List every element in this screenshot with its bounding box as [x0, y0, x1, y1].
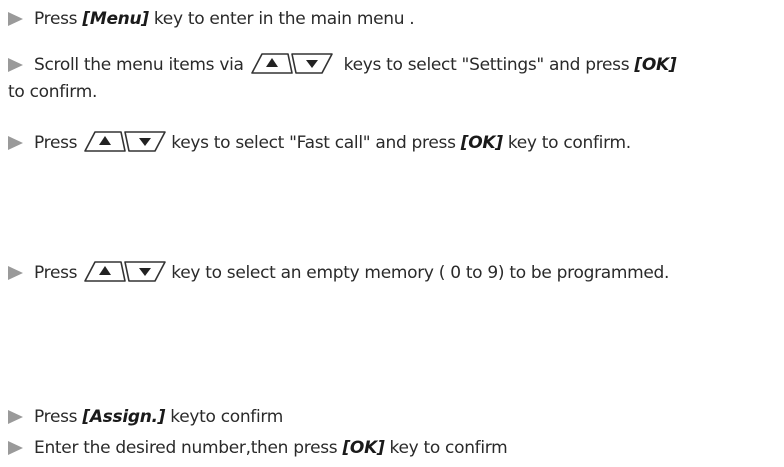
step-4-text: Press key to select an empty memory ( 0 t…: [34, 260, 669, 286]
assign-key-label: [Assign.]: [82, 407, 166, 427]
step-3-middle: keys to select "Fast call" and press: [171, 133, 461, 153]
step-1-prefix: Press: [34, 9, 83, 29]
step-1-text: Press [Menu] key to enter in the main me…: [34, 6, 415, 32]
step-2-middle: keys to select "Settings" and press: [343, 55, 635, 75]
triangle-bullet-icon: [8, 410, 23, 424]
ok-key-label: [OK]: [342, 438, 385, 458]
step-6-text: Enter the desired number,then press [OK]…: [34, 435, 508, 461]
step-2-continuation: to confirm.: [8, 82, 98, 102]
menu-key-label: [Menu]: [82, 9, 149, 29]
step-4-suffix: key to select an empty memory ( 0 to 9) …: [171, 263, 670, 283]
step-5-text: Press [Assign.] keyto confirm: [34, 404, 283, 430]
step-2-text: Scroll the menu items via keys to select …: [34, 52, 677, 78]
step-3-prefix: Press: [34, 133, 78, 153]
step-3-suffix: key to confirm.: [502, 133, 631, 153]
step-4-prefix: Press: [34, 263, 78, 283]
triangle-bullet-icon: [8, 58, 23, 72]
step-3-text: Press keys to select "Fast call" and pres…: [34, 130, 631, 156]
triangle-bullet-icon: [8, 136, 23, 150]
step-5-suffix: keyto confirm: [165, 407, 284, 427]
step-2-prefix: Scroll the menu items via: [34, 55, 244, 75]
up-down-keys-icon: [84, 261, 167, 282]
step-1-suffix: key to enter in the main menu .: [148, 9, 415, 29]
ok-key-label: [OK]: [634, 55, 677, 75]
up-down-keys-icon: [84, 131, 167, 152]
ok-key-label: [OK]: [460, 133, 503, 153]
up-down-keys-icon: [250, 53, 333, 74]
step-6-prefix: Enter the desired number,then press: [34, 438, 343, 458]
triangle-bullet-icon: [8, 441, 23, 455]
triangle-bullet-icon: [8, 12, 23, 26]
step-5-prefix: Press: [34, 407, 83, 427]
step-6-suffix: key to confirm: [384, 438, 508, 458]
triangle-bullet-icon: [8, 266, 23, 280]
